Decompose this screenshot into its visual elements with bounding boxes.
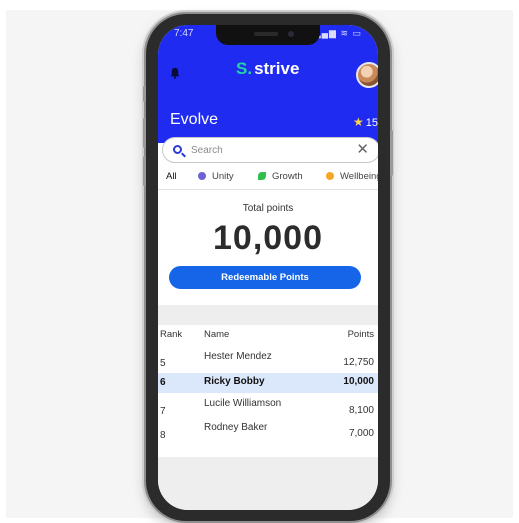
status-time: 7:47 xyxy=(174,28,194,39)
table-row[interactable]: 8 Rodney Baker 7,000 xyxy=(158,421,378,443)
phone-frame: 7:47 ▂▄▆ ≋ ▭ S. strive Evolve ★15 ✕ All xyxy=(143,14,393,521)
leaderboard-header: Rank Name Points xyxy=(158,329,378,343)
badge-value: 15 xyxy=(365,117,378,129)
tab-growth[interactable]: Growth xyxy=(258,171,303,189)
mute-switch xyxy=(143,86,146,102)
name-cell: Hester Mendez xyxy=(204,351,272,362)
tab-label: Unity xyxy=(212,171,234,182)
points-cell: 12,750 xyxy=(343,357,374,368)
search-input[interactable] xyxy=(191,142,341,158)
power-button xyxy=(390,130,393,176)
rank-cell: 7 xyxy=(160,406,166,417)
avatar[interactable] xyxy=(356,62,378,88)
points-badge: ★ 15 xyxy=(353,115,378,129)
volume-up-button xyxy=(143,118,146,148)
section-divider xyxy=(158,305,378,325)
status-icons: ▂▄▆ ≋ ▭ xyxy=(313,28,362,38)
growth-leaf-icon xyxy=(258,172,266,180)
tab-all[interactable]: All xyxy=(164,171,187,189)
unity-globe-icon xyxy=(198,172,206,180)
points-cell: 8,100 xyxy=(348,405,374,416)
tab-label: All xyxy=(166,171,177,182)
wellbeing-icon xyxy=(326,172,334,180)
front-camera xyxy=(288,31,294,37)
table-row-current-user[interactable]: 6 Ricky Bobby 10,000 xyxy=(158,373,378,393)
bottom-area xyxy=(158,457,378,510)
points-cell: 7,000 xyxy=(348,428,374,439)
volume-down-button xyxy=(143,156,146,186)
name-cell: Rodney Baker xyxy=(204,422,268,433)
redeemable-points-button[interactable]: Redeemable Points xyxy=(169,266,361,289)
leaderboard: Rank Name Points 5 Hester Mendez 12,750 … xyxy=(158,325,378,455)
name-cell: Lucile Williamson xyxy=(204,398,282,409)
close-icon[interactable]: ✕ xyxy=(356,141,369,159)
total-points-label: Total points xyxy=(242,203,294,214)
page-title: Evolve xyxy=(170,111,219,128)
name-column-header: Name xyxy=(204,329,230,340)
speaker-grille xyxy=(254,32,278,36)
notch xyxy=(216,25,320,45)
logo-text: strive xyxy=(254,59,300,78)
phone-screen: 7:47 ▂▄▆ ≋ ▭ S. strive Evolve ★15 ✕ All xyxy=(158,25,378,510)
table-row[interactable]: 5 Hester Mendez 12,750 xyxy=(158,349,378,371)
star-icon: ★ xyxy=(353,115,364,129)
rank-cell: 5 xyxy=(160,358,166,369)
name-cell: Ricky Bobby xyxy=(204,376,265,387)
tab-label: Wellbeing xyxy=(340,171,378,182)
tab-wellbeing[interactable]: Wellbeing xyxy=(326,171,378,189)
strive-logo: S. strive xyxy=(236,59,299,79)
total-points-value: 10,000 xyxy=(213,219,323,257)
search-bar[interactable]: ✕ xyxy=(162,137,378,163)
rank-cell: 6 xyxy=(160,377,166,388)
rank-column-header: Rank xyxy=(160,329,183,340)
tab-label: Growth xyxy=(272,171,303,182)
points-cell: 10,000 xyxy=(343,376,374,387)
points-column-header: Points xyxy=(347,329,374,340)
logo-mark: S. xyxy=(236,59,253,78)
rank-cell: 8 xyxy=(160,430,166,441)
bell-icon[interactable] xyxy=(170,67,180,79)
search-icon xyxy=(173,145,182,154)
points-card: Total points 10,000 Redeemable Points xyxy=(158,191,378,303)
tab-unity[interactable]: Unity xyxy=(198,171,234,189)
table-row[interactable]: 7 Lucile Williamson 8,100 xyxy=(158,397,378,419)
category-tabs: All Unity Growth Wellbeing xyxy=(158,167,378,190)
